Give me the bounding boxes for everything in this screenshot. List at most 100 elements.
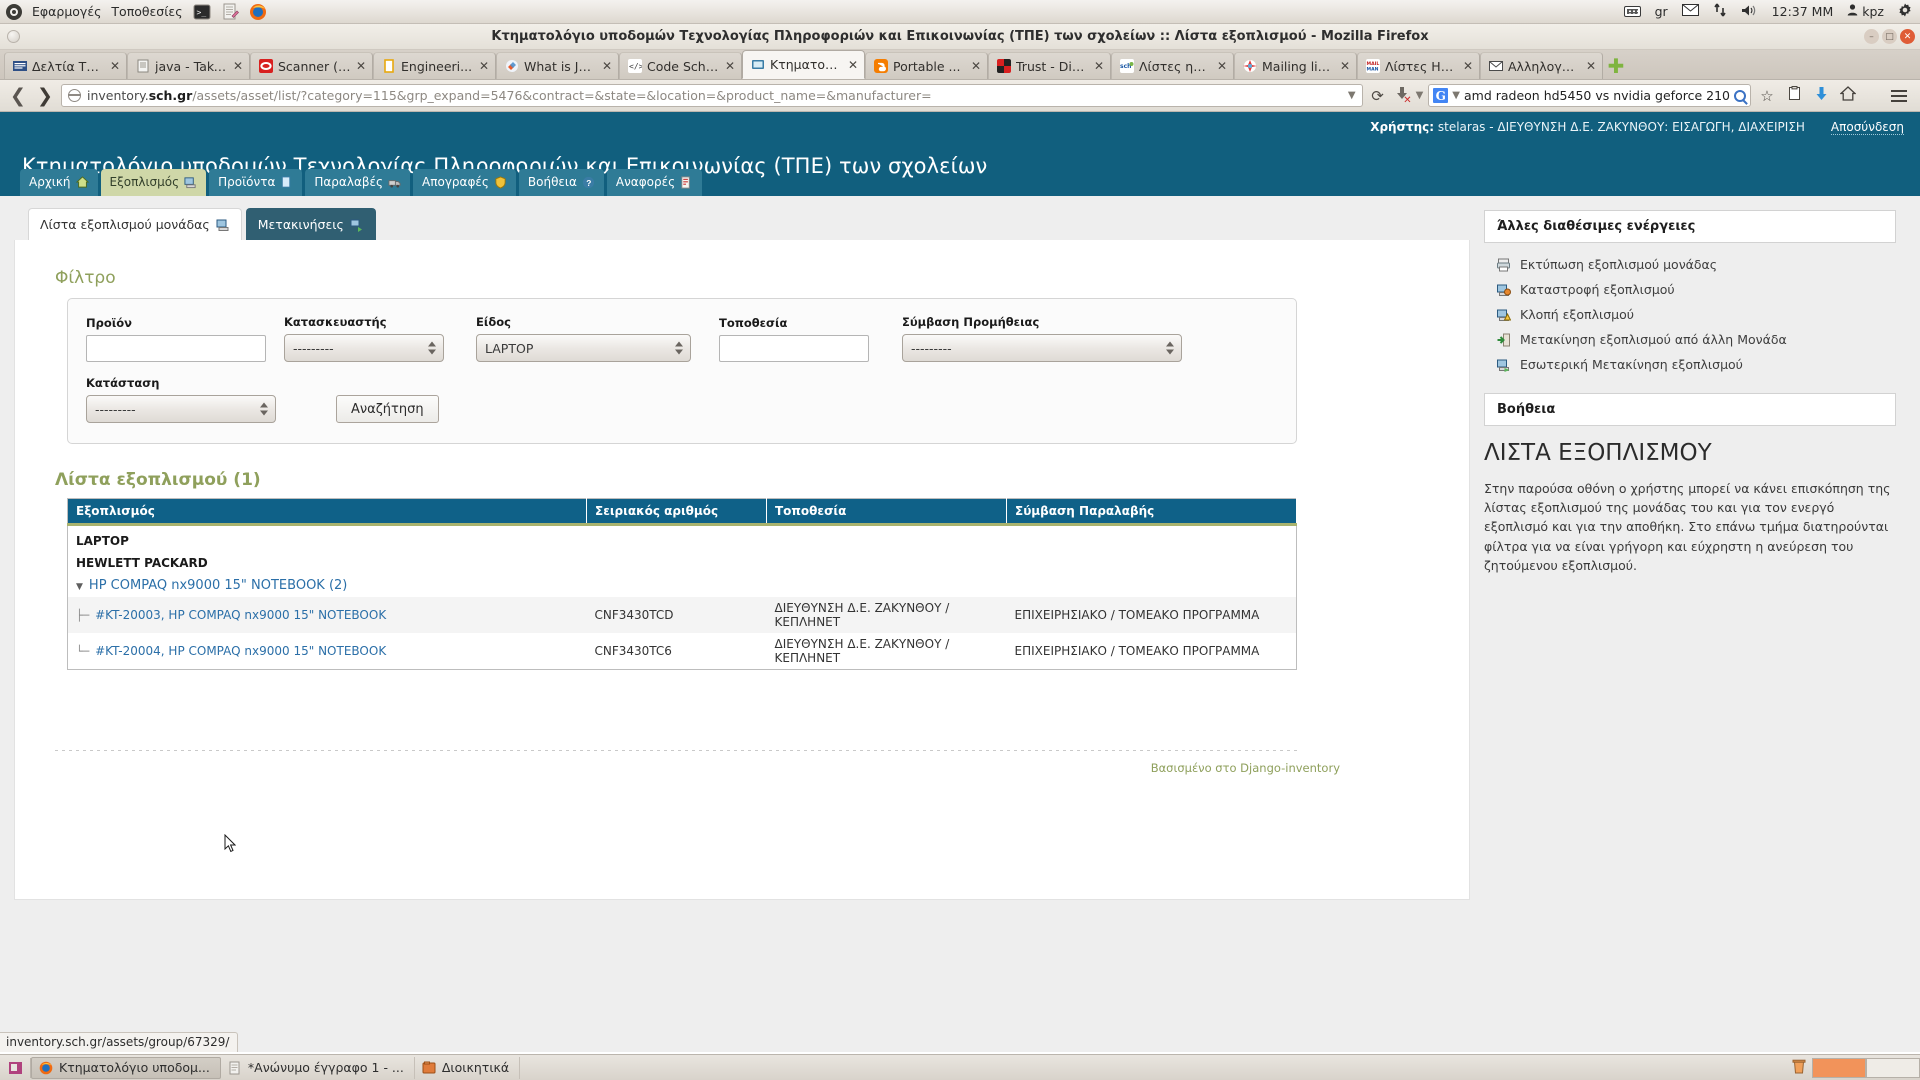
browser-tab-3[interactable]: Engineeri... ✕ [373, 52, 496, 79]
library-icon[interactable] [1783, 86, 1805, 105]
close-icon[interactable]: ✕ [602, 59, 612, 73]
applications-menu[interactable]: Εφαρμογές [32, 4, 101, 19]
nav-tab-6[interactable]: Αναφορές [606, 169, 703, 196]
taskbar-item-0[interactable]: Κτηματολόγιο υποδομ... [31, 1056, 221, 1079]
nav-tab-2[interactable]: Προϊόντα [209, 169, 303, 196]
state-select[interactable]: --------- [86, 395, 276, 423]
sidebar-action-4[interactable]: Εσωτερική Μετακίνηση εξοπλισμού [1484, 352, 1896, 377]
network-icon[interactable] [1713, 3, 1727, 20]
terminal-launcher-icon[interactable]: >_ [193, 3, 211, 21]
close-icon[interactable]: ✕ [725, 59, 735, 73]
text-editor-launcher-icon[interactable] [221, 3, 239, 21]
browser-tab-2[interactable]: Scanner (J... ✕ [250, 52, 373, 79]
back-button[interactable]: ❮ [7, 85, 29, 107]
browser-tab-9[interactable]: sch Λίστες ηλε... ✕ [1111, 52, 1234, 79]
taskbar-item-2[interactable]: Διοικητικά [415, 1056, 521, 1079]
close-icon[interactable]: ✕ [233, 59, 243, 73]
workspace-switcher-2[interactable] [1866, 1057, 1920, 1078]
keyboard-icon[interactable] [1623, 6, 1641, 17]
window-title-bar[interactable]: Κτηματολόγιο υποδομών Τεχνολογίας Πληροφ… [0, 24, 1920, 50]
nav-tab-1[interactable]: Εξοπλισμός [100, 169, 207, 196]
sidebar-action-0[interactable]: Εκτύπωση εξοπλισμού μονάδας [1484, 252, 1896, 277]
home-icon[interactable] [1837, 86, 1859, 105]
logout-link[interactable]: Αποσύνδεση [1830, 120, 1904, 135]
new-tab-button[interactable]: ✚ [1603, 53, 1629, 79]
chevron-down-icon[interactable]: ▼ [76, 582, 83, 592]
nav-tab-5[interactable]: Βοήθεια? [518, 169, 604, 196]
mail-icon[interactable] [1681, 4, 1699, 19]
window-close-button[interactable]: ✕ [1900, 29, 1915, 44]
table-row[interactable]: └─ #KT-20004, HP COMPAQ nx9000 15" NOTEB… [67, 633, 1297, 670]
url-history-dropdown-icon[interactable]: ▼ [1348, 90, 1356, 101]
browser-tab-10[interactable]: Mailing lis... ✕ [1234, 52, 1357, 79]
browser-tab-11[interactable]: MAIL MAN Λίστες Ηλ... ✕ [1357, 52, 1480, 79]
column-header-0[interactable]: Εξοπλισμός [67, 498, 587, 525]
browser-tab-5[interactable]: </> Code School -... ✕ [619, 52, 742, 79]
window-minimize-button[interactable]: – [1864, 29, 1879, 44]
search-input[interactable]: amd radeon hd5450 vs nvidia geforce 210 [1464, 88, 1730, 103]
search-bar[interactable]: G ▼ amd radeon hd5450 vs nvidia geforce … [1428, 84, 1751, 107]
close-icon[interactable]: ✕ [110, 59, 120, 73]
column-header-1[interactable]: Σειριακός αριθμός [586, 498, 767, 525]
sidebar-action-1[interactable]: Καταστροφή εξοπλισμού [1484, 277, 1896, 302]
trash-icon[interactable] [1786, 1059, 1812, 1077]
column-header-2[interactable]: Τοποθεσία [766, 498, 1007, 525]
product-group-link[interactable]: HP COMPAQ nx9000 15" NOTEBOOK (2) [89, 578, 347, 593]
stop-download-icon[interactable]: ✕ [1393, 86, 1412, 106]
firefox-launcher-icon[interactable] [249, 3, 267, 21]
url-bar[interactable]: inventory.sch.gr/assets/asset/list/?cate… [61, 84, 1363, 107]
search-button[interactable]: Αναζήτηση [336, 395, 439, 423]
product-input[interactable] [86, 335, 266, 362]
close-icon[interactable]: ✕ [356, 59, 366, 73]
window-maximize-button[interactable]: □ [1882, 29, 1897, 44]
equipment-link[interactable]: #KT-20004, HP COMPAQ nx9000 15" NOTEBOOK [95, 644, 386, 658]
ubuntu-logo-icon[interactable] [6, 3, 22, 20]
browser-tab-0[interactable]: Δελτία Τε... ✕ [4, 52, 127, 79]
places-menu[interactable]: Τοποθεσίες [111, 4, 182, 19]
nav-tab-4[interactable]: Απογραφές [413, 169, 516, 196]
close-icon[interactable]: ✕ [848, 58, 858, 72]
clock[interactable]: 12:37 ΜΜ [1772, 4, 1834, 19]
taskbar-item-1[interactable]: *Ανώνυμο έγγραφο 1 - ... [221, 1056, 415, 1079]
browser-tab-1[interactable]: java - Take... ✕ [127, 52, 250, 79]
reload-button[interactable]: ⟳ [1368, 87, 1388, 105]
browser-tab-12[interactable]: Αλληλογρ... ✕ [1480, 52, 1603, 79]
downloads-icon[interactable] [1810, 86, 1832, 105]
browser-tab-6[interactable]: Κτηματολόγι... ✕ [742, 50, 865, 79]
supply-contract-select[interactable]: --------- [902, 334, 1182, 362]
browser-tab-7[interactable]: Portable ... ✕ [865, 52, 988, 79]
kind-select[interactable]: LAPTOP [476, 334, 691, 362]
location-input[interactable] [719, 335, 869, 362]
nav-tab-0[interactable]: Αρχική [20, 169, 98, 196]
keyboard-layout-indicator[interactable]: gr [1655, 4, 1668, 19]
close-icon[interactable]: ✕ [479, 59, 489, 73]
show-desktop-icon[interactable] [4, 1058, 26, 1078]
sub-tab-1[interactable]: Μετακινήσεις [245, 208, 376, 240]
search-engine-icon[interactable]: G [1433, 88, 1449, 103]
forward-button[interactable]: ❯ [34, 85, 56, 107]
equipment-link[interactable]: #KT-20003, HP COMPAQ nx9000 15" NOTEBOOK [95, 608, 386, 622]
close-icon[interactable]: ✕ [1217, 59, 1227, 73]
close-icon[interactable]: ✕ [1463, 59, 1473, 73]
sub-tab-0[interactable]: Λίστα εξοπλισμού μονάδας [28, 208, 242, 240]
search-engine-dropdown-icon[interactable]: ▼ [1452, 90, 1460, 101]
bookmark-star-icon[interactable]: ☆ [1756, 87, 1778, 105]
nav-tab-3[interactable]: Παραλαβές [305, 169, 411, 196]
workspace-switcher-1[interactable] [1812, 1057, 1866, 1078]
close-icon[interactable]: ✕ [971, 59, 981, 73]
table-row[interactable]: ├─ #KT-20003, HP COMPAQ nx9000 15" NOTEB… [67, 597, 1297, 633]
column-header-3[interactable]: Σύμβαση Παραλαβής [1006, 498, 1297, 525]
gear-icon[interactable] [1898, 3, 1912, 20]
sidebar-action-2[interactable]: Κλοπή εξοπλισμού [1484, 302, 1896, 327]
volume-icon[interactable] [1741, 4, 1758, 20]
username-indicator[interactable]: kpz [1862, 4, 1884, 19]
hamburger-menu-icon[interactable] [1891, 89, 1913, 102]
downloads-dropdown-icon[interactable]: ▼ [1416, 90, 1424, 101]
close-icon[interactable]: ✕ [1094, 59, 1104, 73]
browser-tab-8[interactable]: Trust - Dig... ✕ [988, 52, 1111, 79]
sidebar-action-3[interactable]: Μετακίνηση εξοπλισμού από άλλη Μονάδα [1484, 327, 1896, 352]
close-icon[interactable]: ✕ [1586, 59, 1596, 73]
search-icon[interactable] [1734, 89, 1746, 102]
manufacturer-select[interactable]: --------- [284, 334, 444, 362]
close-icon[interactable]: ✕ [1340, 59, 1350, 73]
